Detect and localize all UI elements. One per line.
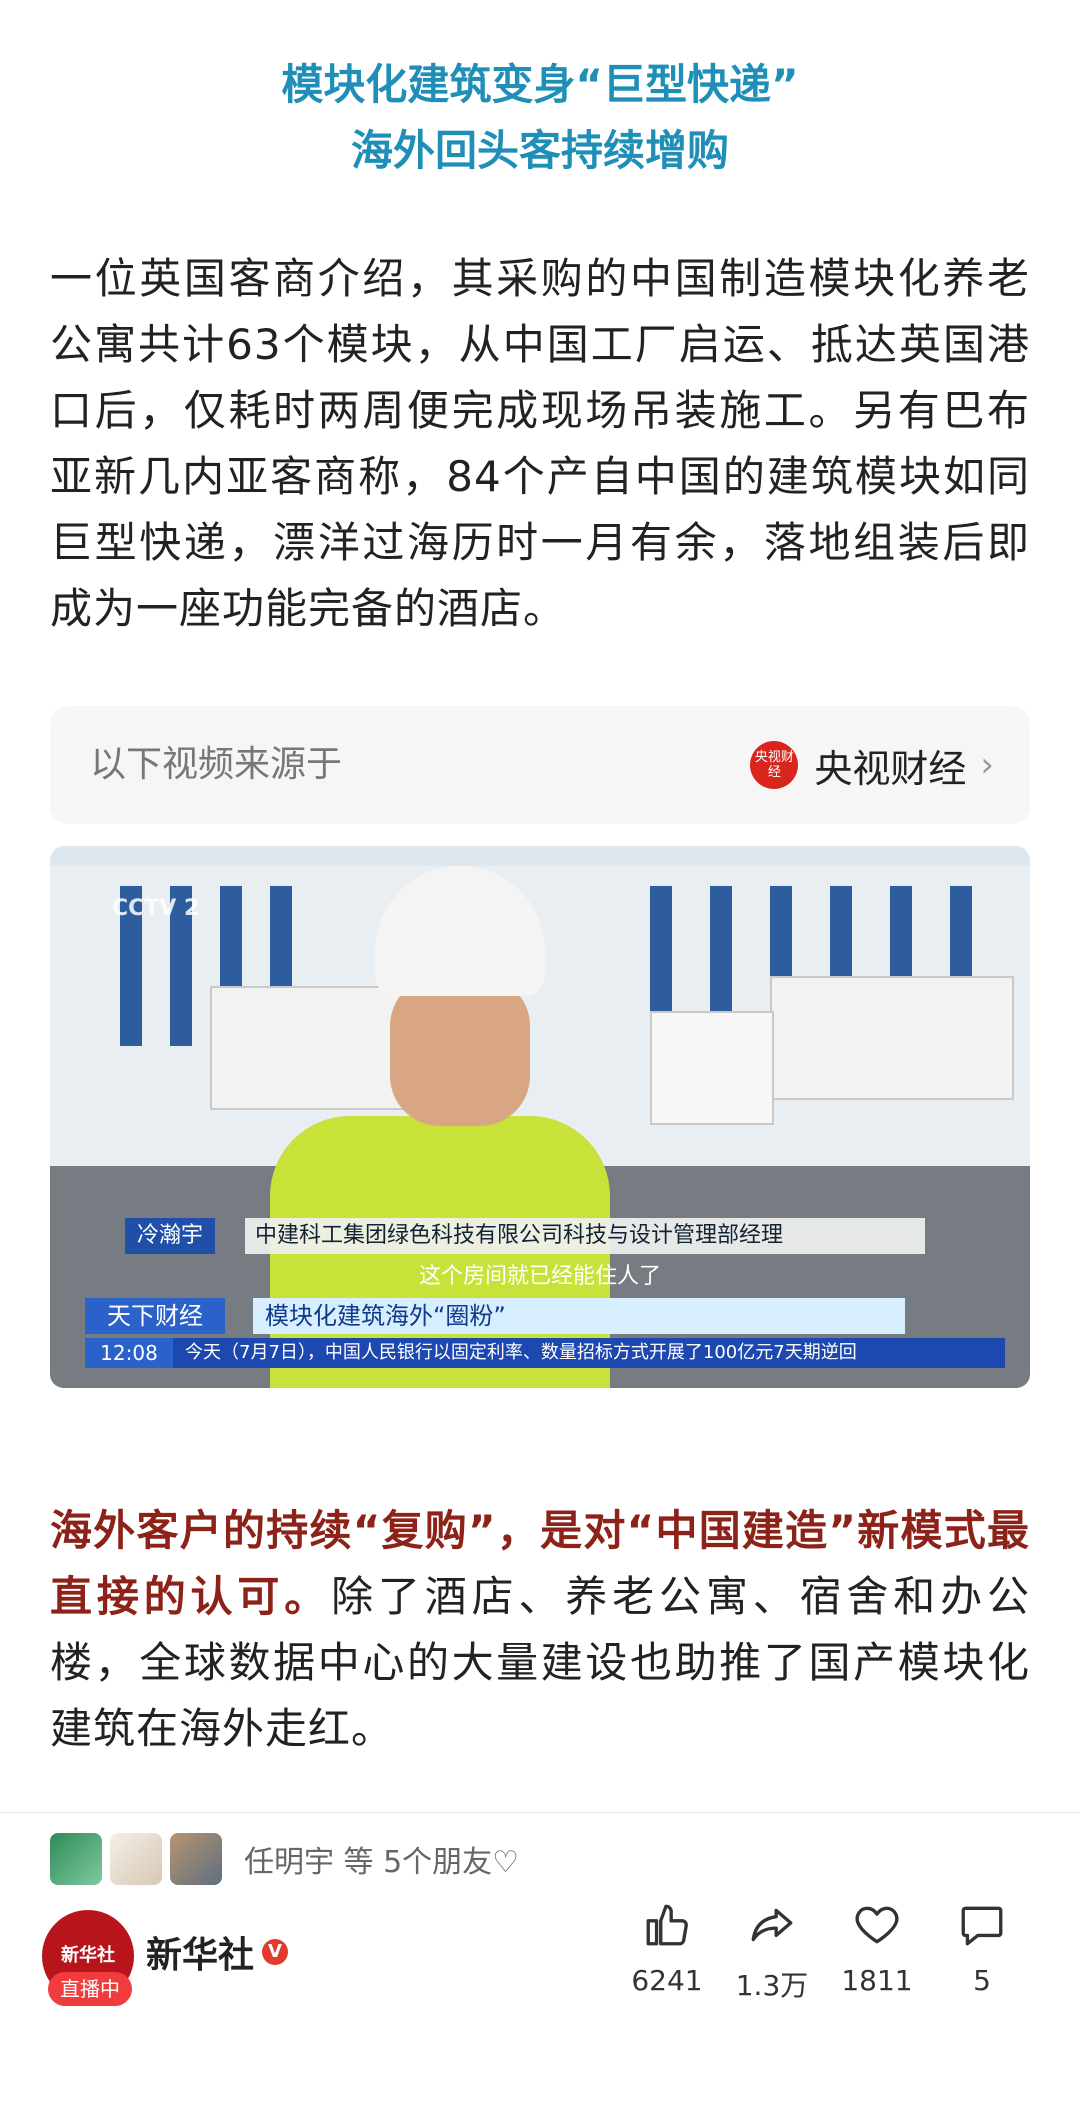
- share-arrow-icon: [751, 1908, 793, 1942]
- friends-liked-row[interactable]: 任明宇 等 5个朋友♡: [50, 1832, 519, 1886]
- like-count: 6241: [631, 1964, 703, 1997]
- heart-icon: [855, 1906, 899, 1944]
- like-button[interactable]: 6241: [612, 1900, 722, 1997]
- channel-logo-icon: 央视财经: [750, 741, 799, 789]
- video-subtitle: 这个房间就已经能住人了: [418, 1264, 661, 1289]
- comment-bubble-icon: [961, 1906, 1003, 1946]
- share-button[interactable]: 1.3万: [717, 1900, 827, 2004]
- channel-name: 央视财经: [814, 746, 967, 791]
- channel-link[interactable]: 央视财经 央视财经 ›: [750, 706, 994, 824]
- divider: [0, 1812, 1080, 1813]
- favorite-count: 1811: [841, 1964, 913, 1997]
- news-ticker: 今天（7月7日），中国人民银行以固定利率、数量招标方式开展了100亿元7天期逆回: [173, 1338, 1005, 1368]
- friend-avatar: [110, 1833, 162, 1885]
- author-name-row[interactable]: 新华社 V: [146, 1926, 289, 1978]
- comment-count: 5: [973, 1964, 991, 1997]
- title-line-2: 海外回头客持续增购: [350, 126, 729, 175]
- comment-button[interactable]: 5: [927, 1900, 1037, 1997]
- person-face: [390, 976, 530, 1126]
- program-title: 模块化建筑海外“圈粉”: [253, 1298, 905, 1334]
- broadcast-clock: 12:08: [85, 1338, 173, 1368]
- author-name: 新华社: [146, 1935, 255, 1976]
- person-name-caption: 冷瀚宇: [125, 1218, 216, 1254]
- cctv-watermark: CCTV 2: [112, 896, 200, 921]
- live-badge: 直播中: [48, 1972, 132, 2006]
- friends-liked-text: 任明宇 等 5个朋友♡: [244, 1845, 520, 1880]
- program-name: 天下财经: [85, 1298, 225, 1334]
- friend-avatar: [170, 1833, 222, 1885]
- truck-cab: [650, 1011, 774, 1125]
- video-source-label: 以下视频来源于: [90, 744, 343, 785]
- verified-icon: V: [262, 1939, 289, 1965]
- person-role-caption: 中建科工集团绿色科技有限公司科技与设计管理部经理: [245, 1218, 925, 1254]
- video-player[interactable]: CCTV 2 冷瀚宇 中建科工集团绿色科技有限公司科技与设计管理部经理 这个房间…: [50, 846, 1030, 1388]
- thumbs-up-icon: [646, 1904, 688, 1946]
- favorite-button[interactable]: 1811: [822, 1900, 932, 1997]
- title-line-1: 模块化建筑变身“巨型快递”: [281, 60, 799, 109]
- chevron-right-icon: ›: [980, 745, 994, 785]
- share-count: 1.3万: [735, 1969, 809, 2002]
- video-source-card[interactable]: 以下视频来源于 央视财经 央视财经 ›: [50, 706, 1030, 824]
- friend-avatar: [50, 1833, 102, 1885]
- article-paragraph-1: 一位英国客商介绍，其采购的中国制造模块化养老公寓共计63个模块，从中国工厂启运、…: [50, 254, 1030, 633]
- article-title: 模块化建筑变身“巨型快递” 海外回头客持续增购: [0, 52, 1080, 184]
- module-container: [770, 976, 1014, 1100]
- article-paragraph-2: 海外客户的持续“复购”，是对“中国建造”新模式最直接的认可。除了酒店、养老公寓、…: [50, 1498, 1030, 1762]
